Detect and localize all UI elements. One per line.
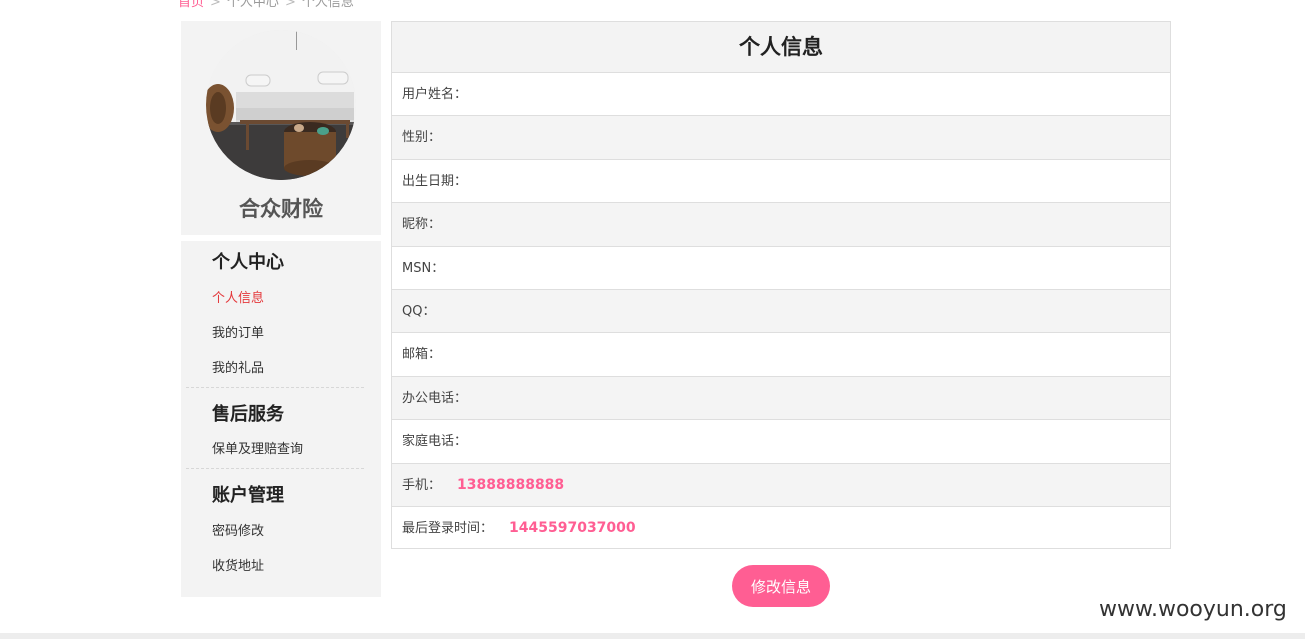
menu-divider bbox=[186, 387, 364, 388]
info-row-username: 用户姓名： bbox=[392, 73, 1170, 117]
info-row-email: 邮箱： bbox=[392, 333, 1170, 377]
profile-card: 合众财险 bbox=[181, 21, 381, 235]
menu-section-title-after-sales: 售后服务 bbox=[212, 404, 284, 425]
info-label: 出生日期： bbox=[402, 173, 468, 189]
menu-item-shipping-address[interactable]: 收货地址 bbox=[212, 555, 264, 574]
info-label: MSN： bbox=[402, 260, 445, 276]
info-row-last-login: 最后登录时间： 1445597037000 bbox=[392, 507, 1170, 550]
last-login-value: 1445597037000 bbox=[509, 519, 636, 536]
watermark: www.wooyun.org bbox=[1099, 597, 1287, 622]
info-label: 邮箱： bbox=[402, 347, 442, 363]
info-row-birthdate: 出生日期： bbox=[392, 160, 1170, 204]
sidebar-menu: 个人中心 个人信息 我的订单 我的礼品 售后服务 保单及理赔查询 账户管理 密码… bbox=[181, 241, 381, 597]
company-name: 合众财险 bbox=[239, 197, 323, 221]
info-row-qq: QQ： bbox=[392, 289, 1170, 334]
info-label: 手机： bbox=[402, 477, 442, 493]
info-panel-title: 个人信息 bbox=[392, 22, 1170, 73]
menu-item-my-orders[interactable]: 我的订单 bbox=[212, 322, 264, 341]
info-row-home-phone: 家庭电话： bbox=[392, 420, 1170, 464]
sofa-room-photo-icon bbox=[206, 30, 356, 180]
mobile-value: 13888888888 bbox=[457, 476, 565, 493]
avatar bbox=[206, 30, 356, 180]
info-label: QQ： bbox=[402, 303, 436, 319]
menu-item-change-password[interactable]: 密码修改 bbox=[212, 520, 264, 539]
footer-bar bbox=[0, 633, 1305, 639]
info-label: 昵称： bbox=[402, 217, 442, 233]
menu-item-my-gifts[interactable]: 我的礼品 bbox=[212, 357, 264, 376]
menu-section-title-account: 账户管理 bbox=[212, 485, 284, 506]
edit-info-button[interactable]: 修改信息 bbox=[732, 565, 830, 607]
info-label: 性别： bbox=[402, 130, 442, 146]
info-label: 最后登录时间： bbox=[402, 520, 494, 536]
info-row-nickname: 昵称： bbox=[392, 203, 1170, 247]
breadcrumb-user-center[interactable]: 个人中心 bbox=[227, 0, 279, 10]
info-label: 用户姓名： bbox=[402, 87, 468, 102]
info-label: 家庭电话： bbox=[402, 434, 468, 450]
menu-item-personal-info[interactable]: 个人信息 bbox=[212, 287, 264, 306]
info-label: 办公电话： bbox=[402, 390, 468, 406]
breadcrumb-separator: > bbox=[284, 0, 296, 10]
breadcrumb-current: 个人信息 bbox=[301, 0, 354, 10]
breadcrumb-home-link[interactable]: 首页 bbox=[178, 0, 204, 10]
info-row-mobile: 手机： 13888888888 bbox=[392, 463, 1170, 507]
breadcrumb-separator: > bbox=[210, 0, 221, 10]
info-row-gender: 性别： bbox=[392, 116, 1170, 160]
personal-info-panel: 个人信息 用户姓名： 性别： 出生日期： 昵称： MSN： QQ： 邮箱： 办公… bbox=[391, 21, 1171, 549]
menu-divider bbox=[186, 468, 364, 469]
breadcrumb: 首页 > 个人中心 > 个人信息 bbox=[178, 0, 354, 10]
info-row-office-phone: 办公电话： bbox=[392, 376, 1170, 421]
info-row-msn: MSN： bbox=[392, 247, 1170, 290]
menu-section-title-user-center: 个人中心 bbox=[212, 252, 284, 273]
menu-item-policy-claims-query[interactable]: 保单及理赔查询 bbox=[212, 438, 303, 457]
